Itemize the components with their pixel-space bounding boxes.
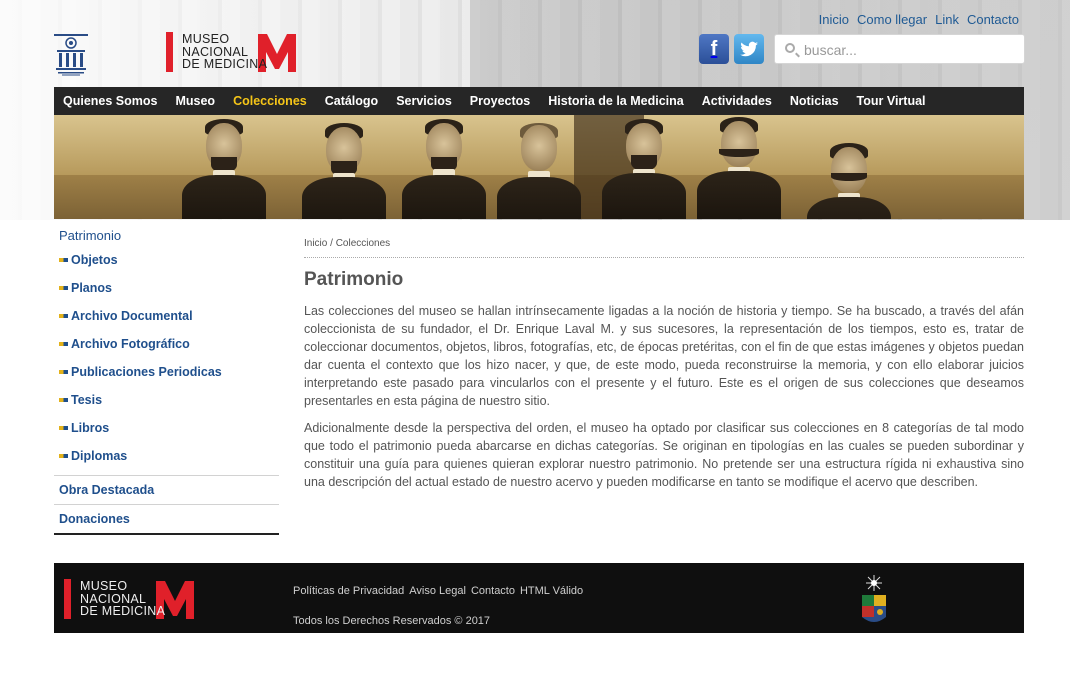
universidad-de-chile-emblem[interactable] [860, 573, 888, 627]
footer-link-contacto[interactable]: Contacto [471, 585, 515, 597]
footer-link-aviso-legal[interactable]: Aviso Legal [409, 585, 466, 597]
top-link-como-llegar[interactable]: Como llegar [857, 12, 927, 27]
twitter-icon[interactable] [734, 34, 764, 64]
sidebar-item-objetos[interactable]: Objetos [54, 246, 279, 274]
facebook-icon[interactable]: f [699, 34, 729, 64]
logo-line: MUSEO [182, 32, 230, 46]
banner-person [599, 115, 689, 219]
museo-logo[interactable]: MUSEO NACIONAL DE MEDICINA [166, 32, 298, 74]
bullet-icon [59, 398, 68, 402]
sidebar-item-label[interactable]: Archivo Documental [71, 309, 193, 323]
nav-museo[interactable]: Museo [166, 87, 224, 115]
search-input[interactable] [804, 40, 1014, 60]
breadcrumb: Inicio / Colecciones [304, 238, 1024, 258]
sidebar-item-archivo-fotografico[interactable]: Archivo Fotográfico [54, 330, 279, 358]
sidebar-title[interactable]: Patrimonio [54, 224, 279, 246]
banner-person [804, 115, 894, 219]
sidebar-group-label[interactable]: Donaciones [59, 512, 130, 526]
footer-links: Políticas de Privacidad Aviso Legal Cont… [293, 585, 583, 597]
nav-proyectos[interactable]: Proyectos [461, 87, 539, 115]
logo-line: MUSEO [80, 579, 128, 593]
bullet-icon [59, 286, 68, 290]
sidebar-list: Objetos Planos Archivo Documental Archiv… [54, 246, 279, 470]
bullet-icon [59, 342, 68, 346]
nav-tour-virtual[interactable]: Tour Virtual [848, 87, 935, 115]
nav-historia-medicina[interactable]: Historia de la Medicina [539, 87, 692, 115]
banner-person [494, 115, 584, 219]
body-paragraph: Las colecciones del museo se hallan intr… [304, 304, 1024, 408]
sidebar-item-publicaciones[interactable]: Publicaciones Periodicas [54, 358, 279, 386]
logo-line: DE MEDICINA [80, 604, 166, 618]
faculty-medicine-logo[interactable] [54, 34, 88, 76]
sidebar-item-label[interactable]: Objetos [71, 253, 118, 267]
breadcrumb-current: Colecciones [335, 238, 391, 249]
sidebar-item-tesis[interactable]: Tesis [54, 386, 279, 414]
banner-person [299, 115, 389, 219]
bullet-icon [59, 314, 68, 318]
top-link-contacto[interactable]: Contacto [967, 12, 1019, 27]
banner-person [694, 115, 784, 219]
search-box[interactable] [774, 34, 1025, 64]
sidebar: Patrimonio Objetos Planos Archivo Docume… [54, 224, 279, 535]
main-nav: Quienes Somos Museo Colecciones Catálogo… [54, 87, 1024, 115]
banner-person [399, 115, 489, 219]
footer-link-privacidad[interactable]: Políticas de Privacidad [293, 585, 404, 597]
footer-copyright: Todos los Derechos Reservados © 2017 [293, 615, 491, 627]
nav-noticias[interactable]: Noticias [781, 87, 848, 115]
bullet-icon [59, 426, 68, 430]
bullet-icon [59, 370, 68, 374]
nav-servicios[interactable]: Servicios [387, 87, 461, 115]
footer-logo-text: MUSEO NACIONAL DE MEDICINA [80, 580, 165, 618]
search-icon[interactable] [785, 43, 795, 53]
sidebar-item-label[interactable]: Publicaciones Periodicas [71, 365, 222, 379]
banner-historical-photo [54, 115, 1024, 219]
sidebar-group-obra-destacada[interactable]: Obra Destacada [54, 475, 279, 504]
museo-logo-text: MUSEO NACIONAL DE MEDICINA [182, 33, 267, 71]
footer-museo-logo[interactable]: MUSEO NACIONAL DE MEDICINA [64, 579, 196, 621]
bullet-icon [59, 258, 68, 262]
breadcrumb-separator: / [330, 238, 333, 249]
nav-catalogo[interactable]: Catálogo [316, 87, 387, 115]
sidebar-item-libros[interactable]: Libros [54, 414, 279, 442]
top-link-link[interactable]: Link [935, 12, 959, 27]
sidebar-divider [54, 533, 279, 535]
bullet-icon [59, 454, 68, 458]
sidebar-group-donaciones[interactable]: Donaciones [54, 504, 279, 533]
sidebar-item-planos[interactable]: Planos [54, 274, 279, 302]
nav-colecciones[interactable]: Colecciones [224, 87, 316, 115]
banner-person [179, 115, 269, 219]
nav-quienes-somos[interactable]: Quienes Somos [54, 87, 166, 115]
sidebar-item-label[interactable]: Diplomas [71, 449, 127, 463]
logo-line: DE MEDICINA [182, 57, 268, 71]
page-title: Patrimonio [304, 269, 404, 290]
sidebar-group-label[interactable]: Obra Destacada [59, 483, 154, 497]
footer: MUSEO NACIONAL DE MEDICINA Políticas de … [54, 563, 1024, 633]
sidebar-item-archivo-documental[interactable]: Archivo Documental [54, 302, 279, 330]
top-link-inicio[interactable]: Inicio [819, 12, 849, 27]
twitter-bird [740, 41, 758, 57]
breadcrumb-home[interactable]: Inicio [304, 238, 327, 249]
main-content: Inicio / Colecciones Patrimonio Las cole… [304, 238, 1024, 500]
body-paragraph: Adicionalmente desde la perspectiva del … [304, 421, 1024, 489]
sidebar-item-label[interactable]: Archivo Fotográfico [71, 337, 190, 351]
top-links: Inicio Como llegar Link Contacto [819, 12, 1019, 27]
footer-link-html-valido[interactable]: HTML Válido [520, 585, 583, 597]
sidebar-item-label[interactable]: Tesis [71, 393, 102, 407]
sidebar-item-diplomas[interactable]: Diplomas [54, 442, 279, 470]
nav-actividades[interactable]: Actividades [693, 87, 781, 115]
sidebar-item-label[interactable]: Planos [71, 281, 112, 295]
sidebar-item-label[interactable]: Libros [71, 421, 109, 435]
